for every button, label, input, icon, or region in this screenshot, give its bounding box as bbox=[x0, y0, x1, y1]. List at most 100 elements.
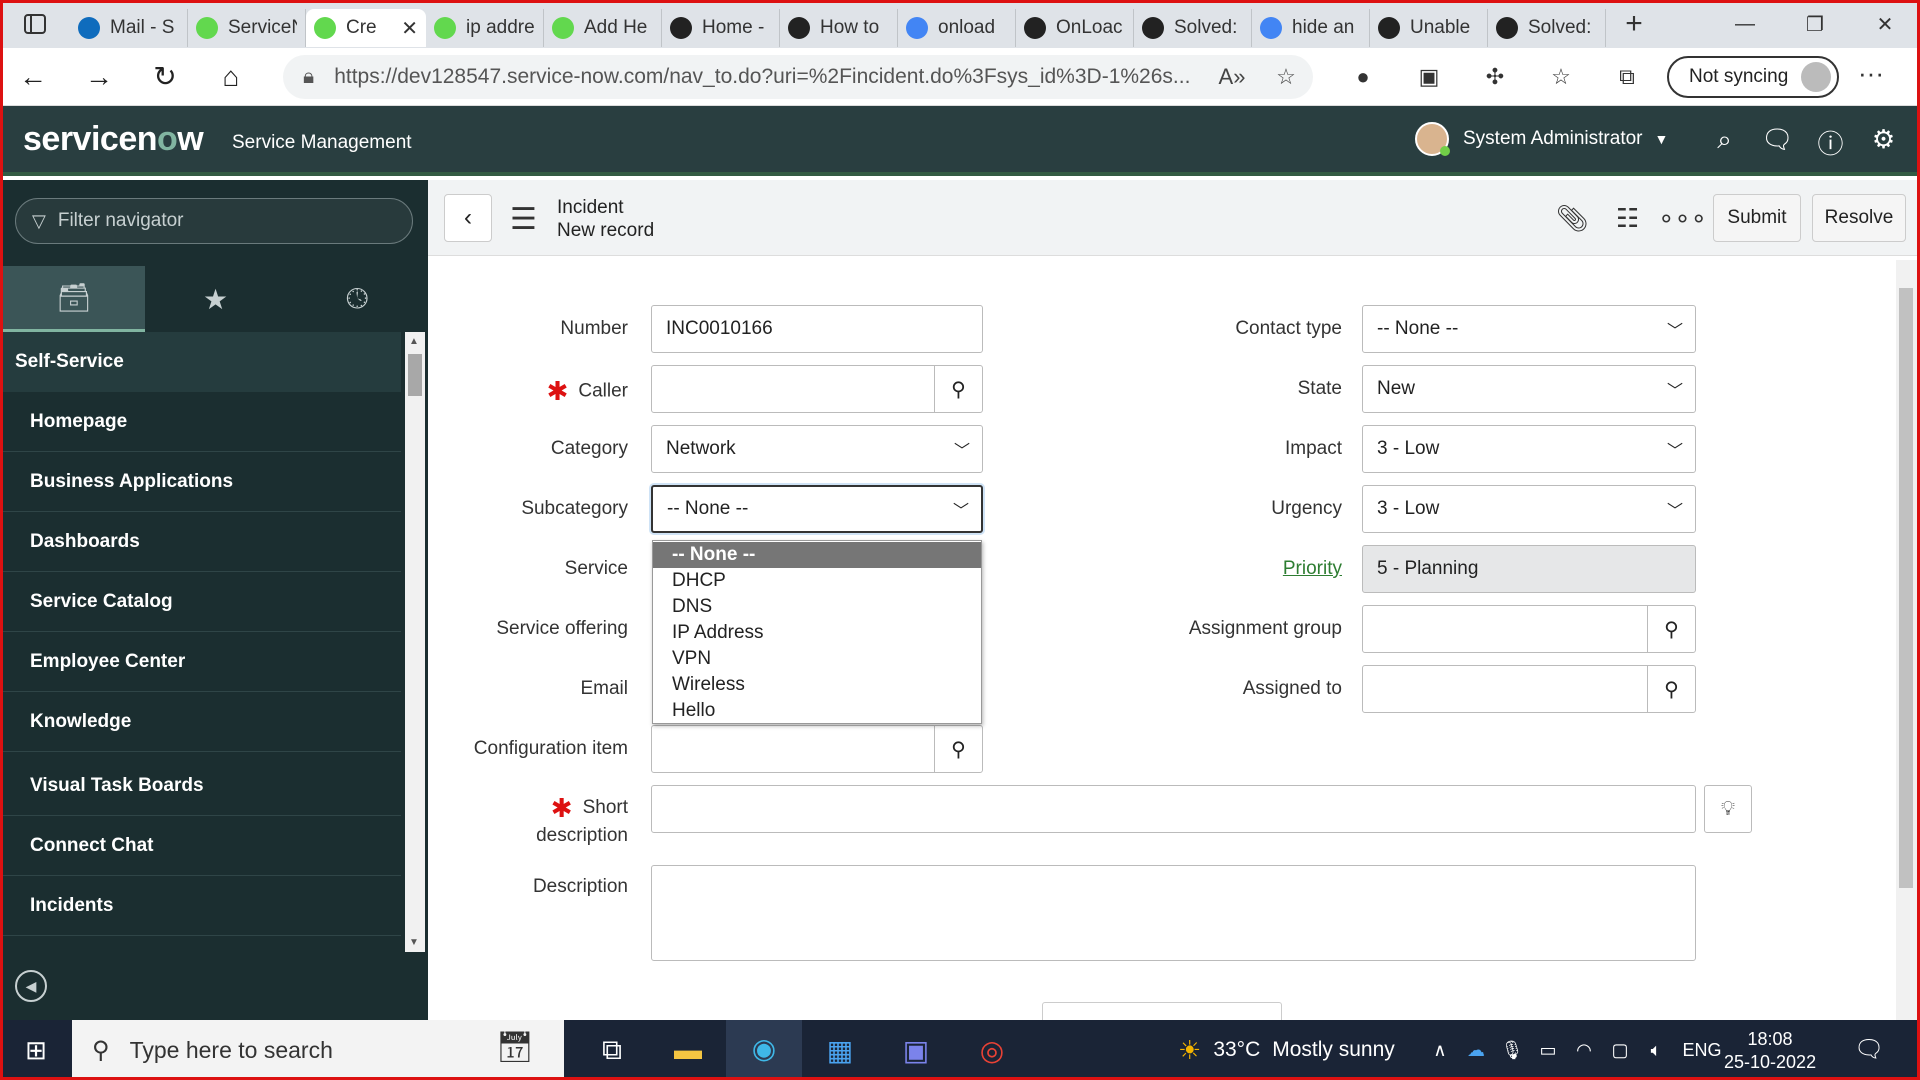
nav-item-incidents[interactable]: Incidents bbox=[3, 876, 401, 936]
subcategory-option[interactable]: Hello bbox=[653, 698, 981, 724]
assignment-group-field[interactable]: ⚲ bbox=[1362, 605, 1696, 653]
browser-essentials-icon[interactable]: ▣ bbox=[1396, 64, 1462, 90]
minimize-button[interactable]: — bbox=[1710, 0, 1780, 48]
subcategory-option[interactable]: -- None -- bbox=[653, 542, 981, 568]
configuration-item-field[interactable]: ⚲ bbox=[651, 725, 983, 773]
close-window-button[interactable]: ✕ bbox=[1850, 0, 1920, 48]
lightbulb-icon[interactable]: 💡︎ bbox=[1704, 785, 1752, 833]
browser-tab[interactable]: onload bbox=[898, 9, 1016, 47]
refresh-icon[interactable]: ↻ bbox=[132, 48, 198, 106]
form-scroll-thumb[interactable] bbox=[1899, 288, 1913, 888]
new-tab-button[interactable]: + bbox=[1606, 7, 1662, 41]
sync-button[interactable]: Not syncing bbox=[1667, 56, 1839, 98]
short-description-field[interactable] bbox=[651, 785, 1696, 833]
screen-icon[interactable]: ▢ bbox=[1602, 1040, 1638, 1061]
lock-icon[interactable]: 🔒︎ bbox=[303, 65, 314, 89]
collapse-navigator-icon[interactable]: ◀ bbox=[15, 970, 47, 1002]
extensions-icon[interactable]: ✣ bbox=[1462, 64, 1528, 90]
user-menu[interactable]: System Administrator ▼ bbox=[1415, 122, 1668, 156]
chevron-up-icon[interactable]: ∧ bbox=[1422, 1040, 1458, 1061]
nav-item-homepage[interactable]: Homepage bbox=[3, 392, 401, 452]
attachment-icon[interactable]: 📎︎ bbox=[1545, 194, 1600, 242]
store-icon[interactable]: ▦ bbox=[802, 1020, 878, 1080]
close-tab-icon[interactable]: ✕ bbox=[401, 16, 418, 41]
nav-item-knowledge[interactable]: Knowledge bbox=[3, 692, 401, 752]
nav-item-service-catalog[interactable]: Service Catalog bbox=[3, 572, 401, 632]
language-indicator[interactable]: ENG bbox=[1674, 1040, 1730, 1061]
back-icon[interactable]: ← bbox=[0, 48, 66, 106]
priority-link[interactable]: Priority bbox=[1160, 558, 1342, 580]
subcategory-option[interactable]: Wireless bbox=[653, 672, 981, 698]
browser-tab[interactable]: ip addre bbox=[426, 9, 544, 47]
state-select[interactable]: New ﹀ bbox=[1362, 365, 1696, 413]
browser-tab[interactable]: Cre ✕ bbox=[306, 9, 426, 47]
favorite-add-icon[interactable]: ☆ bbox=[1259, 64, 1313, 90]
browser-tab[interactable]: hide an bbox=[1252, 9, 1370, 47]
wifi-icon[interactable]: ◠ bbox=[1566, 1040, 1602, 1061]
nav-section-self-service[interactable]: Self-Service bbox=[3, 332, 401, 392]
subcategory-option[interactable]: DHCP bbox=[653, 568, 981, 594]
browser-tab[interactable]: Unable bbox=[1370, 9, 1488, 47]
assigned-to-field[interactable]: ⚲ bbox=[1362, 665, 1696, 713]
subcategory-select[interactable]: -- None -- ﹀ bbox=[651, 485, 983, 533]
caller-field[interactable]: ⚲ bbox=[651, 365, 983, 413]
nav-item-dashboards[interactable]: Dashboards bbox=[3, 512, 401, 572]
collections-icon[interactable]: ⧉ bbox=[1594, 64, 1660, 90]
scroll-down-icon[interactable]: ▼ bbox=[409, 937, 419, 948]
subcategory-option[interactable]: DNS bbox=[653, 594, 981, 620]
tab-all-applications[interactable]: 🗃︎ bbox=[3, 266, 145, 332]
browser-tab[interactable]: Mail - S bbox=[70, 9, 188, 47]
favorites-icon[interactable]: ☆ bbox=[1528, 64, 1594, 90]
chat-icon[interactable]: 🗨︎ bbox=[1751, 124, 1804, 161]
browser-tab[interactable]: Add He bbox=[544, 9, 662, 47]
category-select[interactable]: Network ﹀ bbox=[651, 425, 983, 473]
filter-navigator-input[interactable]: ▽ Filter navigator bbox=[15, 198, 413, 244]
personalize-form-icon[interactable]: ☷ bbox=[1600, 194, 1655, 242]
taskbar-search-input[interactable]: ⚲ Type here to search 📅︎ bbox=[72, 1020, 564, 1080]
teams-icon[interactable]: ▣ bbox=[878, 1020, 954, 1080]
read-aloud-icon[interactable]: A» bbox=[1205, 64, 1259, 90]
browser-tab[interactable]: OnLoac bbox=[1016, 9, 1134, 47]
resolve-button[interactable]: Resolve bbox=[1812, 194, 1906, 242]
form-back-button[interactable]: ‹ bbox=[444, 194, 492, 242]
gear-icon[interactable]: ⚙ bbox=[1857, 124, 1910, 161]
weather-widget[interactable]: ☀ 33°C Mostly sunny bbox=[1178, 1020, 1395, 1080]
nav-item-connect-chat[interactable]: Connect Chat bbox=[3, 816, 401, 876]
browser-tab[interactable]: Solved: bbox=[1488, 9, 1606, 47]
submit-button[interactable]: Submit bbox=[1713, 194, 1801, 242]
description-field[interactable] bbox=[651, 865, 1696, 961]
restore-button[interactable]: ❐ bbox=[1780, 0, 1850, 48]
form-menu-icon[interactable]: ☰ bbox=[510, 202, 537, 237]
search-icon[interactable]: ⚲ bbox=[1647, 606, 1695, 652]
nav-item-business-applications[interactable]: Business Applications bbox=[3, 452, 401, 512]
browser-tab[interactable]: Home - bbox=[662, 9, 780, 47]
browser-tab[interactable]: Solved: bbox=[1134, 9, 1252, 47]
help-icon[interactable]: ⓘ bbox=[1804, 124, 1857, 161]
browser-menu-icon[interactable]: ··· bbox=[1858, 58, 1884, 89]
search-icon[interactable]: ⚲ bbox=[1647, 666, 1695, 712]
windows-start-icon[interactable]: ⊞ bbox=[0, 1020, 72, 1080]
nav-item-visual-task-boards[interactable]: Visual Task Boards bbox=[3, 756, 401, 816]
tab-favorites[interactable]: ★ bbox=[145, 266, 287, 332]
task-view-icon[interactable]: ⧉ bbox=[574, 1020, 650, 1080]
browser-tab[interactable]: ServiceN bbox=[188, 9, 306, 47]
clock[interactable]: 18:08 25-10-2022 bbox=[1724, 1028, 1816, 1074]
related-search-button[interactable] bbox=[1042, 1002, 1282, 1022]
more-options-icon[interactable]: ∘∘∘ bbox=[1655, 194, 1710, 242]
urgency-select[interactable]: 3 - Low ﹀ bbox=[1362, 485, 1696, 533]
edge-icon[interactable]: ◉ bbox=[726, 1020, 802, 1080]
notification-icon[interactable]: 🗨︎ bbox=[1854, 1035, 1884, 1064]
chrome-icon[interactable]: ◎ bbox=[954, 1020, 1030, 1080]
tab-actions-icon[interactable] bbox=[0, 0, 70, 48]
onedrive-icon[interactable]: ☁ bbox=[1458, 1040, 1494, 1061]
navigator-scroll-thumb[interactable] bbox=[408, 354, 422, 396]
search-icon[interactable]: ⌕ bbox=[1698, 124, 1751, 161]
url-field[interactable]: 🔒︎ https://dev128547.service-now.com/nav… bbox=[283, 55, 1313, 99]
number-field[interactable]: INC0010166 bbox=[651, 305, 983, 353]
microphone-icon[interactable]: 🎙︎ bbox=[1494, 1040, 1530, 1061]
contact-type-select[interactable]: -- None -- ﹀ bbox=[1362, 305, 1696, 353]
scroll-up-icon[interactable]: ▲ bbox=[409, 336, 419, 347]
extension-icon[interactable]: ● bbox=[1330, 64, 1396, 90]
subcategory-option[interactable]: IP Address bbox=[653, 620, 981, 646]
servicenow-logo[interactable]: servicenow bbox=[23, 120, 204, 159]
